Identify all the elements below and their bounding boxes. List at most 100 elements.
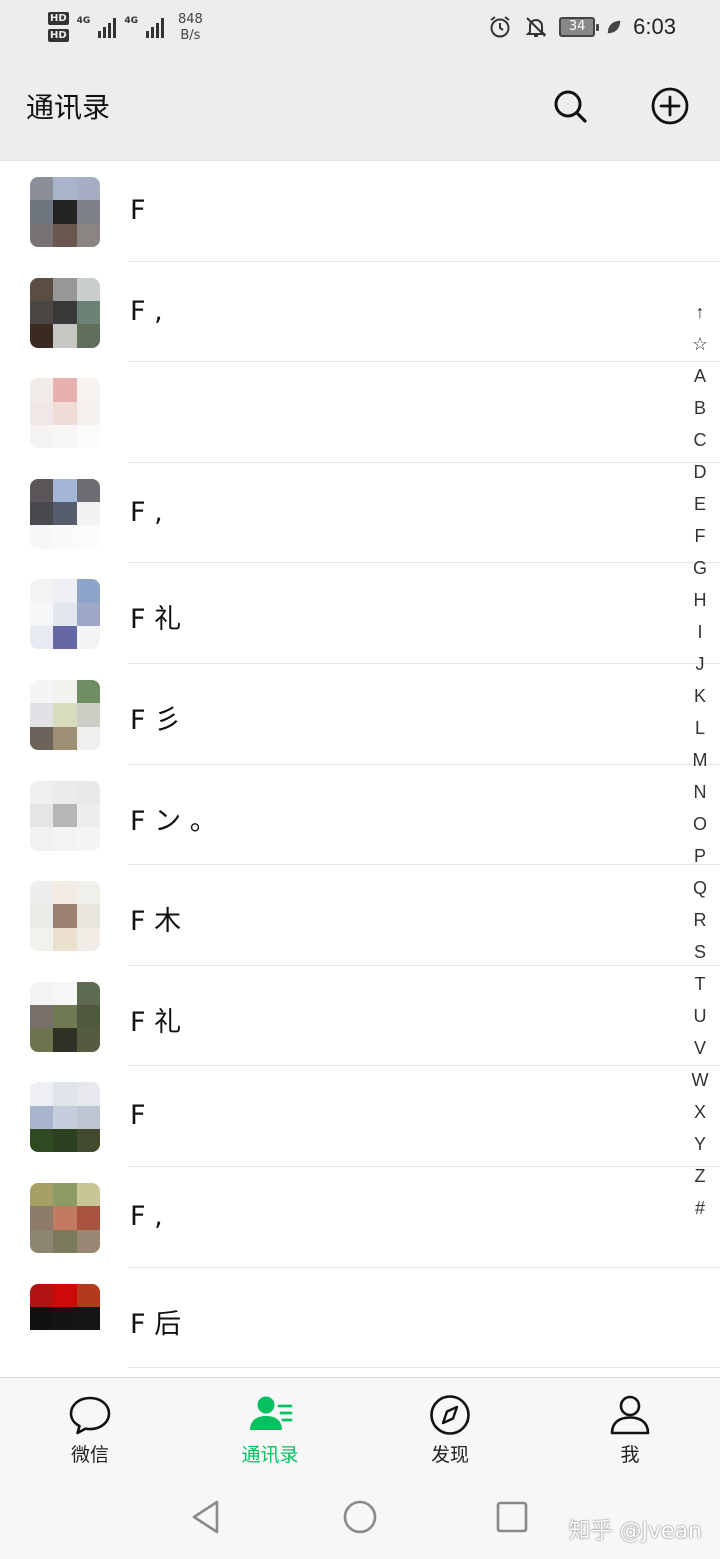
row-divider (128, 1367, 720, 1369)
index-letter[interactable]: A (694, 360, 706, 392)
avatar (30, 277, 100, 348)
contact-row[interactable]: F 礼 (0, 966, 720, 1067)
contact-row[interactable]: F , (0, 463, 720, 564)
avatar (30, 579, 100, 650)
contact-row[interactable]: F ン 。 (0, 765, 720, 866)
contact-name: F , (130, 1200, 163, 1232)
alarm-clock-icon (490, 16, 510, 38)
search-icon[interactable] (548, 84, 592, 128)
contact-row[interactable] (0, 362, 720, 463)
avatar (30, 1283, 100, 1354)
chat-bubble-icon (69, 1396, 111, 1435)
contact-name: F , (130, 295, 163, 327)
network-type-1: 4G (76, 16, 91, 26)
alphabet-index-bar[interactable]: ↑ ☆ A B C D E F G H I J K L M N O P Q R S T U V W X Y Z # (688, 296, 712, 1224)
contact-name: F 木 (130, 906, 182, 938)
hd-badge-2: HD (48, 29, 69, 42)
index-letter[interactable]: J (696, 648, 705, 680)
contact-name: F (130, 1100, 146, 1132)
index-letter[interactable]: H (694, 584, 707, 616)
leaf-icon (607, 20, 621, 34)
status-bar: HD HD 4G 4G 848 B/s 34 6:03 (0, 0, 720, 62)
network-type-2: 4G (124, 16, 138, 26)
avatar (30, 881, 100, 952)
contact-row[interactable]: F , (0, 1167, 720, 1268)
index-letter[interactable]: X (694, 1096, 706, 1128)
tab-contacts[interactable]: 通讯录 (180, 1378, 360, 1473)
battery-icon: 34 (559, 17, 600, 37)
index-letter[interactable]: Y (694, 1128, 706, 1160)
home-circle-icon[interactable] (340, 1497, 380, 1537)
watermark: 知乎 @Jvean (568, 1519, 702, 1544)
tab-me[interactable]: 我 (540, 1378, 720, 1473)
recents-square-icon[interactable] (492, 1497, 532, 1537)
tab-chats-label: 微信 (70, 1444, 109, 1466)
contact-row[interactable]: F 后 (0, 1268, 720, 1369)
contact-name: F , (130, 496, 163, 528)
contact-name: F ン 。 (130, 805, 217, 837)
hd-badge-1: HD (48, 12, 69, 25)
index-letter[interactable]: O (693, 808, 707, 840)
avatar (30, 780, 100, 851)
hd-indicators: HD HD (48, 12, 69, 42)
contact-row[interactable]: F 彡 (0, 664, 720, 765)
tab-chats[interactable]: 微信 (0, 1378, 180, 1473)
contact-row[interactable]: F , (0, 262, 720, 363)
contact-name: F 礼 (130, 1006, 182, 1038)
add-circle-icon[interactable] (648, 84, 692, 128)
app-bar: 通讯录 (0, 62, 720, 160)
avatar (30, 1082, 100, 1153)
index-letter[interactable]: C (694, 424, 707, 456)
contact-row[interactable]: F 礼 (0, 563, 720, 664)
compass-icon (430, 1395, 470, 1435)
network-speed-unit: B/s (180, 28, 201, 43)
tab-discover-label: 发现 (430, 1444, 469, 1466)
index-letter[interactable]: Q (693, 872, 707, 904)
mute-bell-icon (525, 17, 547, 37)
index-letter[interactable]: ☆ (692, 328, 708, 360)
contact-name: F 彡 (130, 704, 182, 736)
index-letter[interactable]: B (694, 392, 706, 424)
index-letter[interactable]: L (695, 712, 705, 744)
network-speed-value: 848 (177, 12, 203, 27)
index-letter[interactable]: W (692, 1064, 709, 1096)
index-letter[interactable]: ↑ (696, 296, 705, 328)
contact-name: F 后 (130, 1308, 182, 1340)
contact-row[interactable]: F (0, 161, 720, 262)
index-letter[interactable]: S (694, 936, 706, 968)
index-letter[interactable]: N (694, 776, 707, 808)
index-letter[interactable]: F (695, 520, 706, 552)
avatar (30, 177, 100, 247)
index-letter[interactable]: # (695, 1192, 705, 1224)
contact-row[interactable]: F (0, 1066, 720, 1167)
avatar (30, 478, 100, 549)
avatar (30, 378, 100, 449)
index-letter[interactable]: E (694, 488, 706, 520)
index-letter[interactable]: P (694, 840, 706, 872)
network-speed: 848 B/s (178, 12, 203, 44)
index-letter[interactable]: G (693, 552, 707, 584)
index-letter[interactable]: I (697, 616, 702, 648)
contact-name: F 礼 (130, 604, 182, 636)
contact-row[interactable]: F 木 (0, 865, 720, 966)
tab-me-label: 我 (620, 1444, 640, 1466)
index-letter[interactable]: K (694, 680, 706, 712)
system-navigation-bar: 知乎 @Jvean (0, 1473, 720, 1559)
index-letter[interactable]: T (695, 968, 706, 1000)
index-letter[interactable]: D (694, 456, 707, 488)
avatar (30, 1182, 100, 1253)
index-letter[interactable]: U (694, 1000, 707, 1032)
tab-contacts-label: 通讯录 (241, 1444, 299, 1466)
avatar (30, 679, 100, 750)
back-triangle-icon[interactable] (186, 1497, 226, 1537)
index-letter[interactable]: V (694, 1032, 706, 1064)
index-letter[interactable]: M (693, 744, 708, 776)
contact-name: F (130, 195, 146, 226)
index-letter[interactable]: R (694, 904, 707, 936)
signal-icon-2 (145, 16, 164, 38)
tab-discover[interactable]: 发现 (360, 1378, 540, 1473)
contact-list[interactable]: F F , F , F 礼 F 彡 F ン 。 F 木 F 礼 F F , F 后 (0, 160, 720, 1377)
index-letter[interactable]: Z (695, 1160, 706, 1192)
status-left: HD HD 4G 4G 848 B/s (48, 12, 203, 44)
contacts-icon (250, 1396, 293, 1430)
